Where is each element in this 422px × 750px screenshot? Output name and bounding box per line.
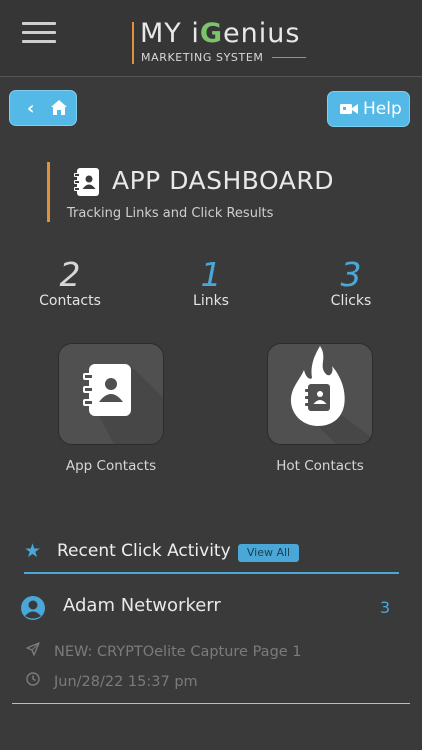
logo-subtitle: MARKETING SYSTEM bbox=[141, 51, 264, 64]
clock-icon bbox=[26, 672, 54, 690]
page-title: APP DASHBOARD bbox=[112, 166, 334, 195]
home-icon bbox=[51, 100, 67, 115]
stat-links-value: 1 bbox=[200, 255, 222, 294]
app-contacts-label: App Contacts bbox=[65, 458, 157, 474]
chevron-left-icon: ‹ bbox=[27, 98, 35, 119]
click-count: 3 bbox=[380, 598, 391, 617]
title-accent-bar bbox=[47, 162, 50, 222]
contact-book-icon bbox=[74, 168, 99, 196]
activity-timestamp: Jun/28/22 15:37 pm bbox=[54, 674, 198, 690]
avatar-icon bbox=[21, 596, 45, 620]
stat-links[interactable]: 1 Links bbox=[156, 255, 266, 310]
activity-page-row: NEW: CRYPTOelite Capture Page 1 bbox=[26, 642, 302, 660]
page-subtitle: Tracking Links and Click Results bbox=[67, 206, 274, 221]
menu-icon[interactable] bbox=[22, 22, 56, 46]
hot-contacts-label: Hot Contacts bbox=[276, 458, 364, 474]
contact-name: Adam Networkerr bbox=[63, 595, 221, 616]
logo-text-suffix: enius bbox=[223, 18, 301, 49]
stat-contacts[interactable]: 2 Contacts bbox=[15, 255, 125, 310]
stat-clicks-label: Clicks bbox=[330, 293, 372, 309]
logo-g-letter: G bbox=[199, 18, 224, 49]
stat-clicks-value: 3 bbox=[340, 255, 362, 294]
help-label: Help bbox=[363, 99, 402, 119]
hot-contacts-tile[interactable] bbox=[267, 343, 373, 445]
activity-time-row: Jun/28/22 15:37 pm bbox=[26, 672, 198, 690]
app-header: MY iGenius MARKETING SYSTEM bbox=[0, 0, 422, 77]
video-camera-icon bbox=[340, 104, 358, 114]
stat-links-label: Links bbox=[193, 293, 229, 309]
view-all-button[interactable]: View All bbox=[238, 544, 299, 562]
activity-page-name: NEW: CRYPTOelite Capture Page 1 bbox=[54, 644, 302, 660]
contact-book-icon bbox=[83, 364, 163, 444]
stat-contacts-label: Contacts bbox=[39, 293, 101, 309]
activity-item[interactable]: Adam Networkerr 3 NEW: CRYPTOelite Captu… bbox=[12, 585, 410, 704]
help-button[interactable]: Help bbox=[327, 91, 410, 127]
stat-contacts-value: 2 bbox=[59, 255, 81, 294]
app-contacts-tile[interactable] bbox=[58, 343, 164, 445]
recent-activity-title: Recent Click Activity bbox=[57, 541, 231, 561]
flame-contact-icon bbox=[290, 346, 372, 444]
logo-text-prefix: MY i bbox=[140, 18, 200, 49]
page-title-block: APP DASHBOARD Tracking Links and Click R… bbox=[47, 162, 377, 224]
star-icon: ★ bbox=[24, 540, 42, 562]
back-home-button[interactable]: ‹ bbox=[9, 90, 77, 126]
recent-activity-header: ★ Recent Click Activity View All bbox=[24, 540, 399, 574]
paper-plane-icon bbox=[26, 642, 54, 660]
stat-clicks[interactable]: 3 Clicks bbox=[296, 255, 406, 310]
